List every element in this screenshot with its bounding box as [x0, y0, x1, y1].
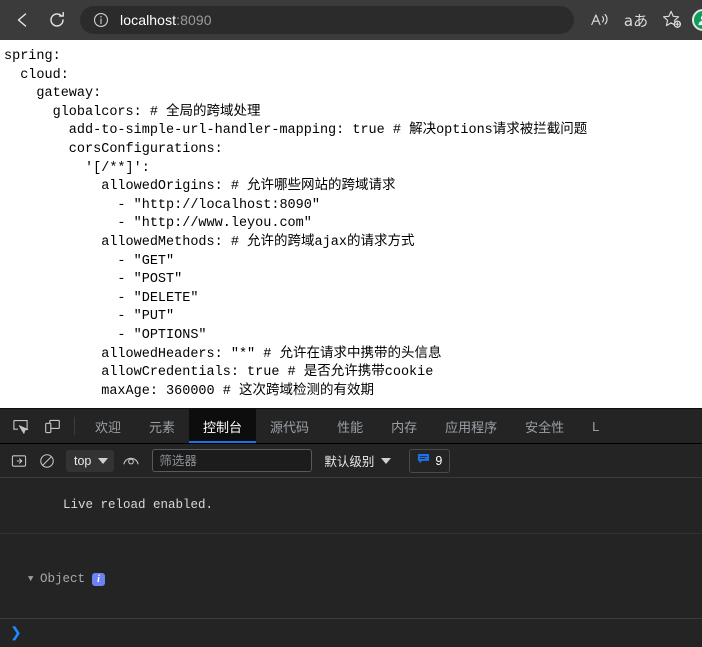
console-message-list[interactable]: Live reload enabled. ▼ Object i address:…: [0, 478, 702, 618]
console-input-prompt[interactable]: ❯: [0, 618, 702, 647]
log-level-selector[interactable]: 默认级别: [320, 451, 395, 470]
tab-memory[interactable]: 内存: [377, 409, 431, 443]
chevron-down-icon: [98, 457, 109, 464]
url-host: localhost: [120, 12, 177, 28]
object-label: Object: [40, 572, 86, 586]
execution-context-selector[interactable]: top: [66, 449, 115, 472]
message-count: 9: [435, 453, 443, 468]
back-button[interactable]: [6, 3, 40, 37]
tab-performance[interactable]: 性能: [323, 409, 377, 443]
console-message-text: Live reload enabled.: [63, 498, 214, 512]
browser-action-icons: aあ: [582, 4, 702, 36]
tab-console[interactable]: 控制台: [189, 409, 257, 443]
devtools-panel: 欢迎 元素 控制台 源代码 性能 内存 应用程序 安全性 L top 筛选器 默…: [0, 408, 702, 647]
tab-lighthouse[interactable]: L: [578, 409, 613, 443]
console-object-row: ▼ Object i address: "湖南省衡阳市" id: 1 usern…: [0, 534, 702, 618]
tabbar-divider: [74, 417, 75, 435]
console-filter-input[interactable]: [152, 449, 313, 472]
translate-label: aあ: [623, 11, 649, 30]
console-sidebar-icon[interactable]: [6, 449, 32, 473]
clear-console-icon[interactable]: [34, 449, 60, 473]
reload-button[interactable]: [40, 3, 74, 37]
message-bubble-icon: [417, 452, 430, 470]
address-bar-text: localhost:8090: [120, 12, 212, 28]
tab-elements[interactable]: 元素: [135, 409, 189, 443]
object-header[interactable]: ▼ Object i: [10, 570, 702, 589]
profile-avatar[interactable]: [692, 9, 702, 31]
tab-welcome[interactable]: 欢迎: [81, 409, 135, 443]
tab-application[interactable]: 应用程序: [431, 409, 511, 443]
yaml-source-text: spring: cloud: gateway: globalcors: # 全局…: [4, 49, 588, 399]
execution-context-label: top: [74, 453, 92, 468]
site-info-icon[interactable]: [92, 11, 110, 29]
address-bar[interactable]: localhost:8090: [80, 6, 574, 34]
log-level-label: 默认级别: [324, 455, 375, 469]
tab-sources[interactable]: 源代码: [256, 409, 323, 443]
triangle-expanded-icon[interactable]: ▼: [28, 570, 40, 589]
tab-security[interactable]: 安全性: [511, 409, 578, 443]
toggle-device-toolbar-icon[interactable]: [36, 409, 68, 443]
page-viewport: spring: cloud: gateway: globalcors: # 全局…: [0, 40, 702, 408]
info-badge-icon[interactable]: i: [92, 573, 106, 586]
browser-toolbar: localhost:8090 aあ: [0, 0, 702, 40]
translate-icon[interactable]: aあ: [618, 4, 654, 36]
chevron-down-icon: [381, 457, 392, 464]
inspect-element-icon[interactable]: [4, 409, 36, 443]
url-port: :8090: [176, 12, 212, 28]
read-aloud-icon[interactable]: [582, 4, 618, 36]
live-expression-icon[interactable]: [118, 449, 144, 473]
add-favorite-icon[interactable]: [654, 4, 690, 36]
prompt-caret-icon: ❯: [10, 625, 22, 642]
devtools-tab-bar: 欢迎 元素 控制台 源代码 性能 内存 应用程序 安全性 L: [0, 409, 702, 444]
console-toolbar: top 默认级别 9: [0, 444, 702, 478]
message-count-badge[interactable]: 9: [409, 448, 451, 473]
console-message-row: Live reload enabled.: [0, 478, 702, 534]
